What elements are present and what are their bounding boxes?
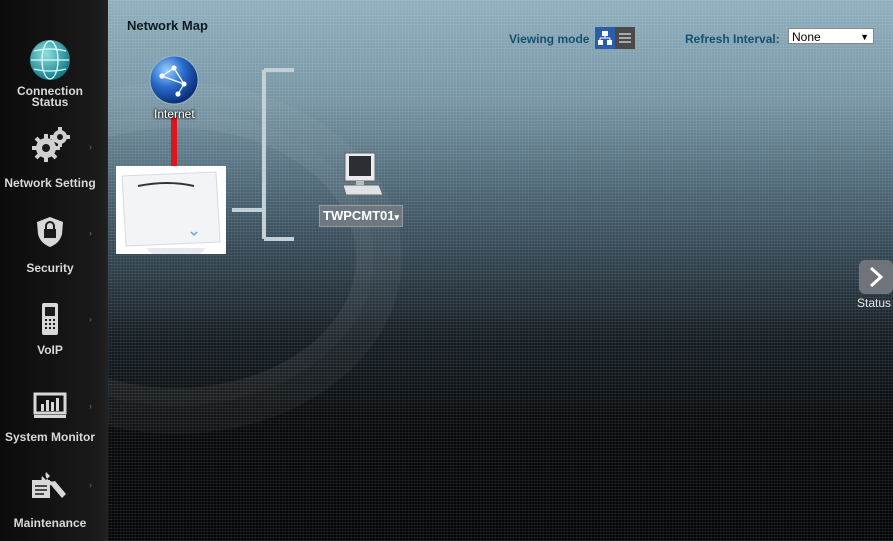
sidebar-item-connection-status[interactable]: Connection Status bbox=[0, 38, 100, 108]
chevron-right-icon: › bbox=[89, 228, 92, 238]
device-name: TWPCMT01 bbox=[323, 208, 395, 223]
phone-icon bbox=[42, 303, 58, 335]
device-name-dropdown[interactable]: TWPCMT01▾ bbox=[319, 205, 404, 227]
sidebar-item-label: Security bbox=[26, 261, 74, 275]
router-image[interactable] bbox=[116, 166, 226, 254]
wrench-icon bbox=[32, 472, 66, 498]
internet-label: Internet bbox=[154, 107, 195, 121]
computer-icon[interactable] bbox=[342, 151, 384, 197]
sidebar-item-voip[interactable]: › VoIP bbox=[0, 302, 100, 357]
shield-icon bbox=[37, 217, 63, 247]
status-panel-toggle[interactable]: Status bbox=[855, 260, 893, 312]
lan-bracket bbox=[232, 68, 294, 241]
chevron-right-icon bbox=[859, 260, 893, 294]
chevron-right-icon: › bbox=[89, 401, 92, 411]
sidebar: Connection Status › Network Setting › Se… bbox=[0, 0, 108, 541]
sidebar-item-system-monitor[interactable]: › System Monitor bbox=[0, 392, 100, 444]
sidebar-item-label: Maintenance bbox=[13, 516, 87, 530]
internet-link-line bbox=[171, 117, 177, 167]
gears-icon bbox=[32, 127, 70, 162]
sidebar-item-network-setting[interactable]: › Network Setting bbox=[0, 126, 100, 190]
sidebar-item-label: Network Setting bbox=[4, 176, 96, 190]
sidebar-item-label: System Monitor bbox=[4, 430, 95, 444]
status-tab-label: Status bbox=[857, 296, 892, 310]
network-map-panel: Network Map Viewing mode Refresh Interva… bbox=[108, 0, 893, 541]
globe-icon bbox=[30, 40, 70, 80]
monitor-chart-icon bbox=[33, 392, 67, 418]
router-icon bbox=[121, 171, 221, 254]
chevron-down-icon: ▾ bbox=[394, 212, 400, 222]
chevron-right-icon: › bbox=[89, 480, 92, 490]
topology-diagram bbox=[171, 68, 294, 241]
sidebar-item-label: VoIP bbox=[37, 343, 63, 357]
sidebar-item-label: Status bbox=[31, 95, 69, 109]
sidebar-item-security[interactable]: › Security bbox=[0, 216, 100, 275]
internet-globe-icon[interactable] bbox=[148, 54, 200, 106]
chevron-right-icon: › bbox=[89, 142, 92, 152]
sidebar-item-maintenance[interactable]: › Maintenance bbox=[0, 468, 100, 530]
chevron-right-icon: › bbox=[89, 314, 92, 324]
